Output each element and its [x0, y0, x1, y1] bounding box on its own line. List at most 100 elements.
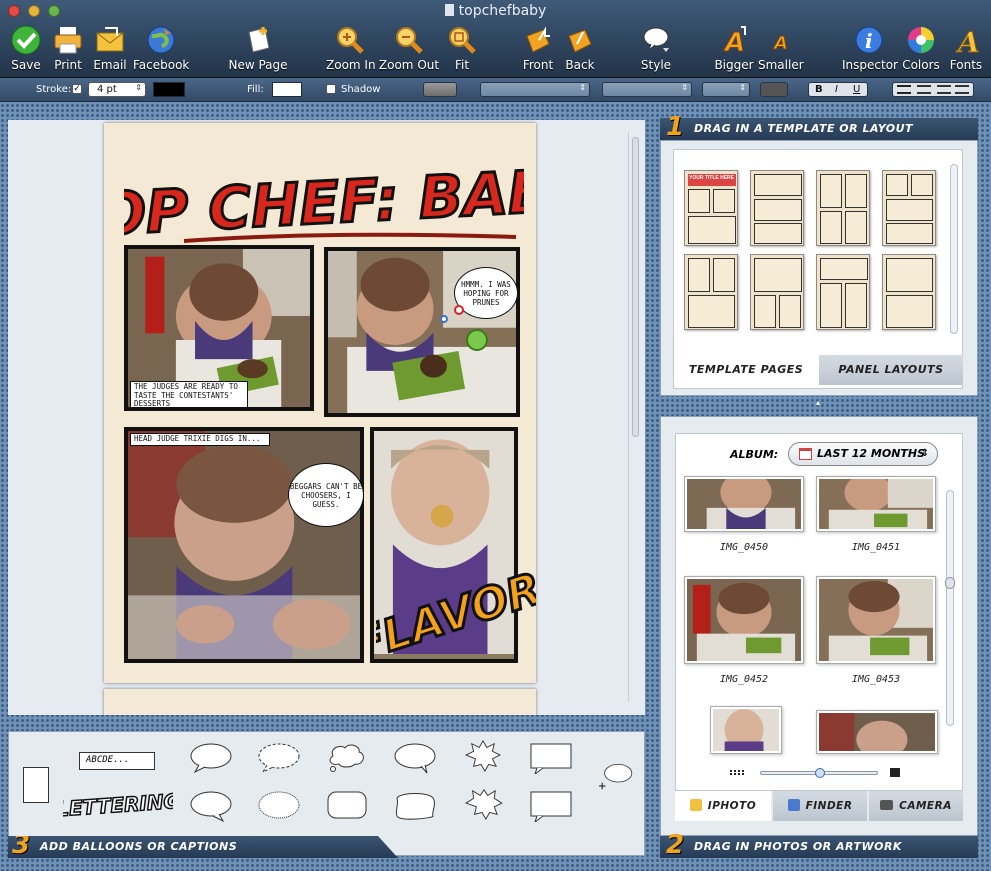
speech-balloon-tool-icon[interactable] — [189, 742, 233, 774]
photo-thumb-0452[interactable] — [684, 576, 804, 664]
thought-balloon-tool-icon[interactable] — [325, 742, 369, 774]
text-smaller-icon: A — [772, 33, 789, 55]
template-thumb-2[interactable] — [750, 170, 804, 246]
text-color-well[interactable] — [760, 82, 788, 97]
align-right-icon[interactable] — [937, 85, 951, 94]
slider-knob[interactable] — [815, 768, 825, 778]
underline-button[interactable]: U — [853, 84, 860, 95]
template-thumb-8[interactable] — [882, 254, 936, 330]
comic-page-2[interactable] — [104, 689, 536, 715]
thumbnail-size-slider[interactable] — [760, 768, 878, 778]
splitter-handle-icon[interactable]: ▴ — [816, 399, 824, 407]
print-button[interactable]: Print — [50, 24, 86, 76]
template-thumb-6[interactable] — [750, 254, 804, 330]
wavy-balloon-tool-icon[interactable] — [393, 790, 437, 822]
caption-tool[interactable]: ABCDE... — [79, 752, 155, 770]
square-balloon-tool-icon[interactable] — [325, 790, 369, 822]
photos-scroll-thumb[interactable] — [945, 577, 955, 589]
box-balloon-tool-icon[interactable] — [529, 742, 573, 774]
panel-frame-tool[interactable] — [23, 767, 49, 803]
template-thumb-3[interactable] — [816, 170, 870, 246]
comic-title-art[interactable]: TOP CHEF: BABY — [124, 145, 524, 245]
photo-thumb-0451[interactable] — [816, 473, 936, 532]
stroke-width-select[interactable]: 4 pt ⇕ — [88, 82, 146, 97]
rounded-balloon-tool-icon[interactable] — [393, 742, 437, 774]
shadow-checkbox[interactable] — [326, 84, 336, 94]
bold-button[interactable]: B — [815, 84, 823, 95]
shout-balloon-tool-icon[interactable] — [461, 740, 505, 772]
album-select[interactable]: LAST 12 MONTHS ⇕ — [788, 442, 938, 466]
texture-well[interactable] — [423, 82, 457, 97]
zoom-in-button[interactable]: Zoom In — [326, 24, 376, 76]
canvas-scrollbar[interactable] — [628, 132, 640, 702]
lettering-tool[interactable]: LETTERING — [63, 786, 173, 822]
fonts-button[interactable]: A Fonts — [946, 24, 986, 76]
facebook-button[interactable]: Facebook — [133, 24, 189, 76]
tab-template-pages[interactable]: Template Pages — [675, 355, 817, 385]
template-thumb-1[interactable]: YOUR TITLE HERE — [684, 170, 738, 246]
whisper-balloon-tool-icon[interactable] — [257, 742, 301, 774]
scalloped-balloon-tool-icon[interactable] — [257, 790, 301, 822]
fit-label: Fit — [454, 58, 470, 72]
speech-balloon-right-tool-icon[interactable] — [189, 790, 233, 822]
tab-finder[interactable]: Finder — [773, 791, 867, 821]
stroke-color-well[interactable] — [153, 82, 185, 97]
fit-button[interactable]: Fit — [444, 24, 480, 76]
comic-canvas[interactable]: TOP CHEF: BABY THE JUDGES ARE READY TO T… — [8, 120, 645, 715]
save-button[interactable]: Save — [6, 24, 46, 76]
colors-label: Colors — [902, 58, 940, 72]
template-thumb-5[interactable] — [684, 254, 738, 330]
panel-1[interactable]: THE JUDGES ARE READY TO TASTE THE CONTES… — [124, 245, 314, 411]
balloon-tail-handle[interactable] — [454, 305, 464, 315]
template-thumb-7[interactable] — [816, 254, 870, 330]
comic-page[interactable]: TOP CHEF: BABY THE JUDGES ARE READY TO T… — [104, 123, 536, 683]
stroke-checkbox[interactable]: ✓ — [72, 84, 82, 94]
zoom-out-button[interactable]: Zoom Out — [378, 24, 440, 76]
selection-handle[interactable] — [440, 315, 448, 323]
photo-0451-image — [819, 473, 933, 529]
front-button[interactable]: Front — [518, 24, 558, 76]
burst-balloon-tool-icon[interactable] — [461, 788, 505, 820]
tab-panel-layouts[interactable]: Panel Layouts — [819, 355, 963, 385]
align-center-icon[interactable] — [917, 85, 931, 94]
template-thumb-4[interactable] — [882, 170, 936, 246]
templates-list[interactable]: YOUR TITLE HERE — [673, 149, 963, 389]
alignment-segmented — [892, 82, 974, 97]
bigger-button[interactable]: A Bigger — [712, 24, 756, 76]
font-style-select[interactable]: ⇕ — [602, 82, 692, 97]
sound-effect-art[interactable]: FLAVOR! — [376, 551, 536, 661]
format-bar: Stroke: ✓ 4 pt ⇕ Fill: Shadow ⇕ ⇕ ⇕ B I U — [0, 78, 991, 102]
photo-thumb-next-2[interactable] — [816, 710, 938, 759]
new-page-button[interactable]: New Page — [228, 24, 288, 76]
fill-color-well[interactable] — [272, 82, 302, 97]
canvas-scroll-thumb[interactable] — [632, 137, 639, 437]
photos-scrollbar[interactable] — [945, 490, 955, 726]
tab-camera[interactable]: Camera — [869, 791, 963, 821]
caption-box-1[interactable]: THE JUDGES ARE READY TO TASTE THE CONTES… — [130, 381, 248, 407]
templates-scrollbar[interactable] — [950, 164, 958, 334]
align-left-icon[interactable] — [897, 85, 911, 94]
photo-thumb-0453[interactable] — [816, 576, 936, 664]
colors-button[interactable]: Colors — [900, 24, 942, 76]
svg-text:A: A — [723, 28, 745, 56]
templates-panel: YOUR TITLE HERE Template Pages Panel Lay… — [660, 140, 978, 396]
smaller-button[interactable]: A Smaller — [758, 24, 804, 76]
speech-balloon-2[interactable]: BEGGARS CAN'T BE CHOOSERS, I GUESS. — [288, 463, 364, 527]
align-justify-icon[interactable] — [955, 85, 969, 94]
back-button[interactable]: Back — [562, 24, 598, 76]
add-balloon-tail-icon[interactable] — [593, 762, 637, 794]
style-button[interactable]: Style — [636, 24, 676, 76]
lettering-sample-text: LETTERING — [63, 789, 173, 822]
photo-thumb-0450[interactable] — [684, 471, 804, 532]
caption-box-2[interactable]: HEAD JUDGE TRIXIE DIGS IN... — [130, 433, 270, 446]
italic-button[interactable]: I — [835, 84, 838, 95]
font-family-select[interactable]: ⇕ — [480, 82, 590, 97]
tab-finder-label: Finder — [805, 800, 853, 812]
photo-thumb-next-1[interactable] — [710, 706, 782, 754]
move-handle-icon[interactable] — [466, 329, 488, 351]
font-size-select[interactable]: ⇕ — [702, 82, 750, 97]
inspector-button[interactable]: i Inspector — [842, 24, 898, 76]
box-balloon-2-tool-icon[interactable] — [529, 790, 573, 822]
tab-iphoto[interactable]: iPhoto — [675, 791, 771, 821]
email-button[interactable]: Email — [90, 24, 130, 76]
